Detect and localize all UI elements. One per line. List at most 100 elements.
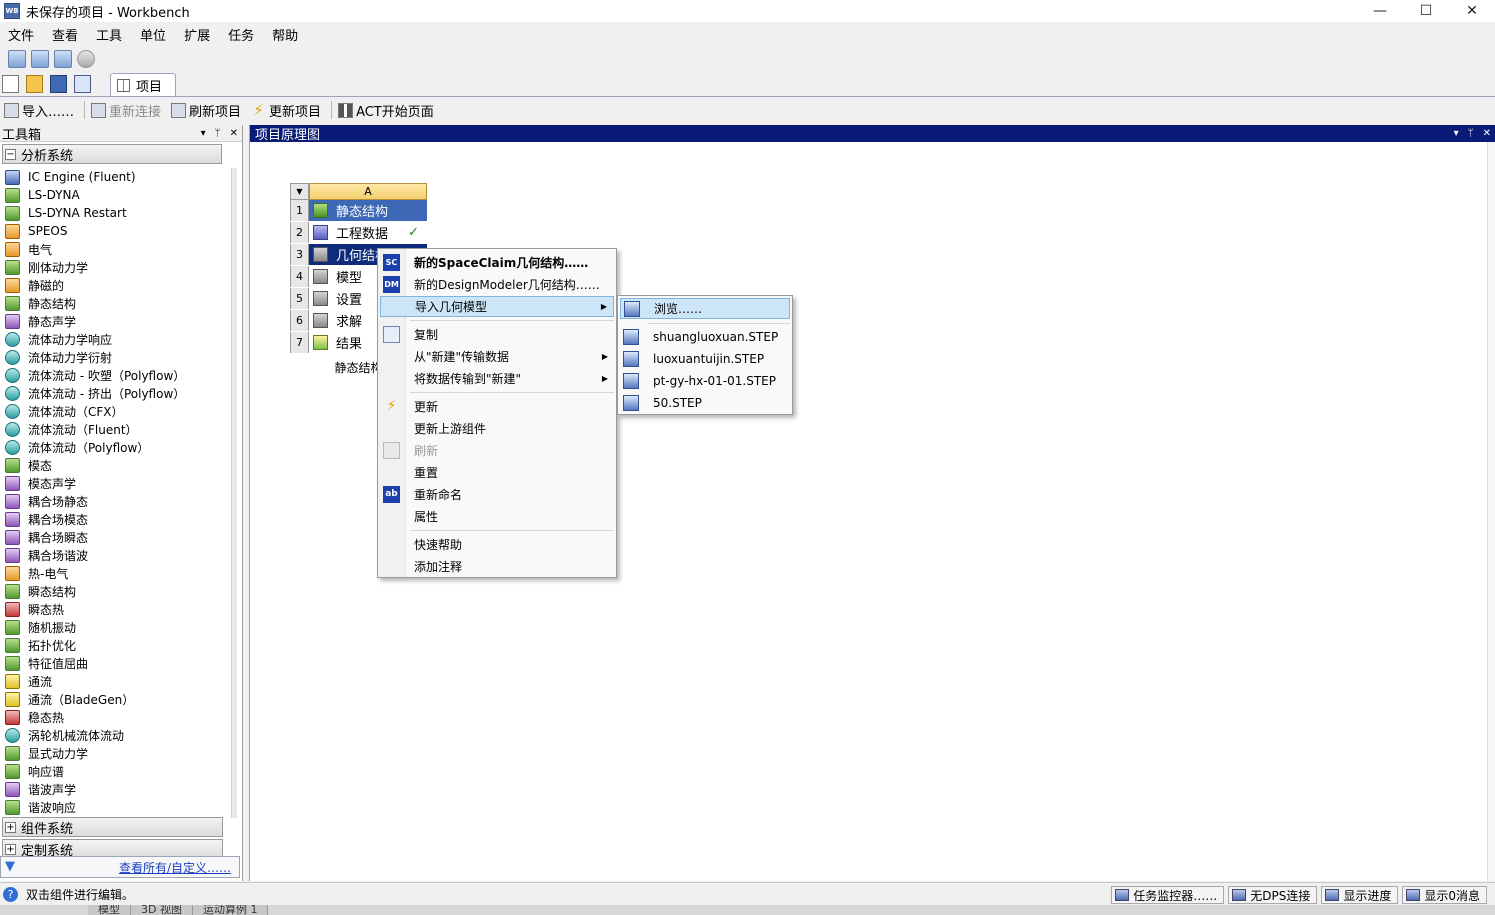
new-file-icon[interactable] xyxy=(2,75,19,93)
update-project-button[interactable]: ⚡ 更新项目 xyxy=(251,101,321,120)
toolbox-item[interactable]: 通流（BladeGen） xyxy=(0,690,232,708)
toolbox-item[interactable]: LS-DYNA xyxy=(0,186,232,204)
toolbox-item[interactable]: 静态声学 xyxy=(0,312,232,330)
menu-update-upstream[interactable]: 更新上游组件 xyxy=(380,418,614,439)
toolbox-item[interactable]: 稳态热 xyxy=(0,708,232,726)
save-icon[interactable] xyxy=(50,75,67,93)
toolbox-item[interactable]: IC Engine (Fluent) xyxy=(0,168,232,186)
toolbox-item[interactable]: 流体流动 - 吹塑（Polyflow） xyxy=(0,366,232,384)
chevron-down-icon[interactable]: ▾ xyxy=(1454,128,1459,139)
menu-transfer-to-new[interactable]: 将数据传输到"新建" ▶ xyxy=(380,368,614,389)
menu-reset[interactable]: 重置 xyxy=(380,462,614,483)
toolbox-item[interactable]: 耦合场模态 xyxy=(0,510,232,528)
pin-icon[interactable]: ᛘ xyxy=(215,128,221,139)
dps-connection-button[interactable]: 无DPS连接 xyxy=(1228,886,1318,904)
menu-new-designmodeler[interactable]: DM 新的DesignModeler几何结构…… xyxy=(380,274,614,295)
bg-tab-model[interactable]: 模型 xyxy=(88,905,131,915)
close-window-button[interactable]: ✕ xyxy=(1449,0,1495,22)
toolbox-item[interactable]: 谐波声学 xyxy=(0,780,232,798)
launch-app-icon[interactable] xyxy=(8,50,26,68)
toolbox-item[interactable]: 模态 xyxy=(0,456,232,474)
toolbox-item[interactable]: 谐波响应 xyxy=(0,798,232,816)
toolbox-item[interactable]: 通流 xyxy=(0,672,232,690)
toolbox-item[interactable]: 模态声学 xyxy=(0,474,232,492)
recent-file-item[interactable]: 50.STEP xyxy=(620,392,790,413)
toolbox-item[interactable]: 特征值屈曲 xyxy=(0,654,232,672)
reconnect-button[interactable]: 重新连接 xyxy=(91,101,161,120)
toolbox-item[interactable]: 静磁的 xyxy=(0,276,232,294)
recent-file-item[interactable]: luoxuantuijin.STEP xyxy=(620,348,790,369)
view-all-customize-link[interactable]: 查看所有/自定义…… xyxy=(119,859,231,876)
bg-tab-3d-view[interactable]: 3D 视图 xyxy=(131,905,193,915)
toolbox-item[interactable]: 流体流动（Fluent） xyxy=(0,420,232,438)
recent-file-item[interactable]: pt-gy-hx-01-01.STEP xyxy=(620,370,790,391)
act-start-page-button[interactable]: ACT开始页面 xyxy=(338,101,434,120)
system-cell-row[interactable]: 2 工程数据 ✓ xyxy=(290,222,427,244)
toolbox-item[interactable]: 流体动力学衍射 xyxy=(0,348,232,366)
toolbox-item[interactable]: 拓扑优化 xyxy=(0,636,232,654)
menu-update[interactable]: ⚡ 更新 xyxy=(380,396,614,417)
menu-extensions[interactable]: 扩展 xyxy=(184,25,210,44)
toolbox-item[interactable]: 耦合场谐波 xyxy=(0,546,232,564)
menu-copy[interactable]: 复制 xyxy=(380,324,614,345)
chevron-down-icon[interactable]: ▾ xyxy=(201,128,206,139)
save-all-icon[interactable] xyxy=(31,50,49,68)
close-icon[interactable]: ✕ xyxy=(230,128,238,139)
recent-file-item[interactable]: shuangluoxuan.STEP xyxy=(620,326,790,347)
tab-project[interactable]: 项目 xyxy=(110,73,176,96)
toolbox-item[interactable]: 随机振动 xyxy=(0,618,232,636)
menu-refresh[interactable]: 刷新 xyxy=(380,440,614,461)
show-messages-button[interactable]: 显示0消息 xyxy=(1402,886,1487,904)
toolbox-item[interactable]: 瞬态结构 xyxy=(0,582,232,600)
minimize-button[interactable]: — xyxy=(1357,0,1403,22)
group-analysis-systems[interactable]: − 分析系统 xyxy=(2,144,222,164)
toolbox-scrollbar[interactable] xyxy=(231,168,237,818)
toolbox-item[interactable]: 流体流动 - 挤出（Polyflow） xyxy=(0,384,232,402)
show-progress-button[interactable]: 显示进度 xyxy=(1321,886,1399,904)
close-icon[interactable]: ✕ xyxy=(1483,128,1491,139)
menu-import-geometry[interactable]: 导入几何模型 ▶ xyxy=(380,296,614,317)
system-menu-dropdown[interactable]: ▼ xyxy=(290,183,309,200)
menu-tools[interactable]: 工具 xyxy=(96,25,122,44)
toolbox-item[interactable]: 瞬态热 xyxy=(0,600,232,618)
toolbox-item[interactable]: 耦合场瞬态 xyxy=(0,528,232,546)
toolbox-item[interactable]: LS-DYNA Restart xyxy=(0,204,232,222)
filter-icon[interactable]: ▼ xyxy=(5,860,19,874)
toolbox-item[interactable]: 刚体动力学 xyxy=(0,258,232,276)
save-as-icon[interactable] xyxy=(74,75,91,93)
job-monitor-button[interactable]: 任务监控器…… xyxy=(1111,886,1225,904)
toolbox-item[interactable]: 耦合场静态 xyxy=(0,492,232,510)
toolbox-item[interactable]: 静态结构 xyxy=(0,294,232,312)
menu-properties[interactable]: 属性 xyxy=(380,506,614,527)
menu-new-spaceclaim[interactable]: SC 新的SpaceClaim几何结构…… xyxy=(380,252,614,273)
toolbox-item[interactable]: 响应谱 xyxy=(0,762,232,780)
system-cell[interactable]: 静态结构 xyxy=(309,200,427,221)
menu-transfer-from-new[interactable]: 从"新建"传输数据 ▶ xyxy=(380,346,614,367)
menu-jobs[interactable]: 任务 xyxy=(228,25,254,44)
toolbox-item[interactable]: 流体流动（Polyflow） xyxy=(0,438,232,456)
toolbox-item[interactable]: 流体动力学响应 xyxy=(0,330,232,348)
maximize-button[interactable]: ☐ xyxy=(1403,0,1449,22)
menu-file[interactable]: 文件 xyxy=(8,25,34,44)
menu-help[interactable]: 帮助 xyxy=(272,25,298,44)
group-component-systems[interactable]: + 组件系统 xyxy=(2,817,223,837)
system-cell-row[interactable]: 1 静态结构 xyxy=(290,200,427,222)
toolbox-item[interactable]: 流体流动（CFX） xyxy=(0,402,232,420)
menu-view[interactable]: 查看 xyxy=(52,25,78,44)
menu-units[interactable]: 单位 xyxy=(140,25,166,44)
toolbox-item[interactable]: 涡轮机械流体流动 xyxy=(0,726,232,744)
toolbox-item[interactable]: SPEOS xyxy=(0,222,232,240)
import-button[interactable]: 导入…… xyxy=(4,101,74,120)
toolbox-item[interactable]: 显式动力学 xyxy=(0,744,232,762)
menu-rename[interactable]: ab 重新命名 xyxy=(380,484,614,505)
bg-tab-motion-study[interactable]: 运动算例 1 xyxy=(192,905,269,915)
schematic-scrollbar[interactable] xyxy=(1487,142,1495,881)
refresh-all-icon[interactable] xyxy=(54,50,72,68)
menu-quick-help[interactable]: 快速帮助 xyxy=(380,534,614,555)
menu-add-note[interactable]: 添加注释 xyxy=(380,556,614,577)
submenu-browse[interactable]: 浏览…… xyxy=(620,298,790,319)
toolbox-item[interactable]: 热-电气 xyxy=(0,564,232,582)
pin-icon[interactable]: ᛘ xyxy=(1468,128,1474,139)
open-folder-icon[interactable] xyxy=(26,75,43,93)
disabled-globe-icon[interactable] xyxy=(77,50,95,68)
